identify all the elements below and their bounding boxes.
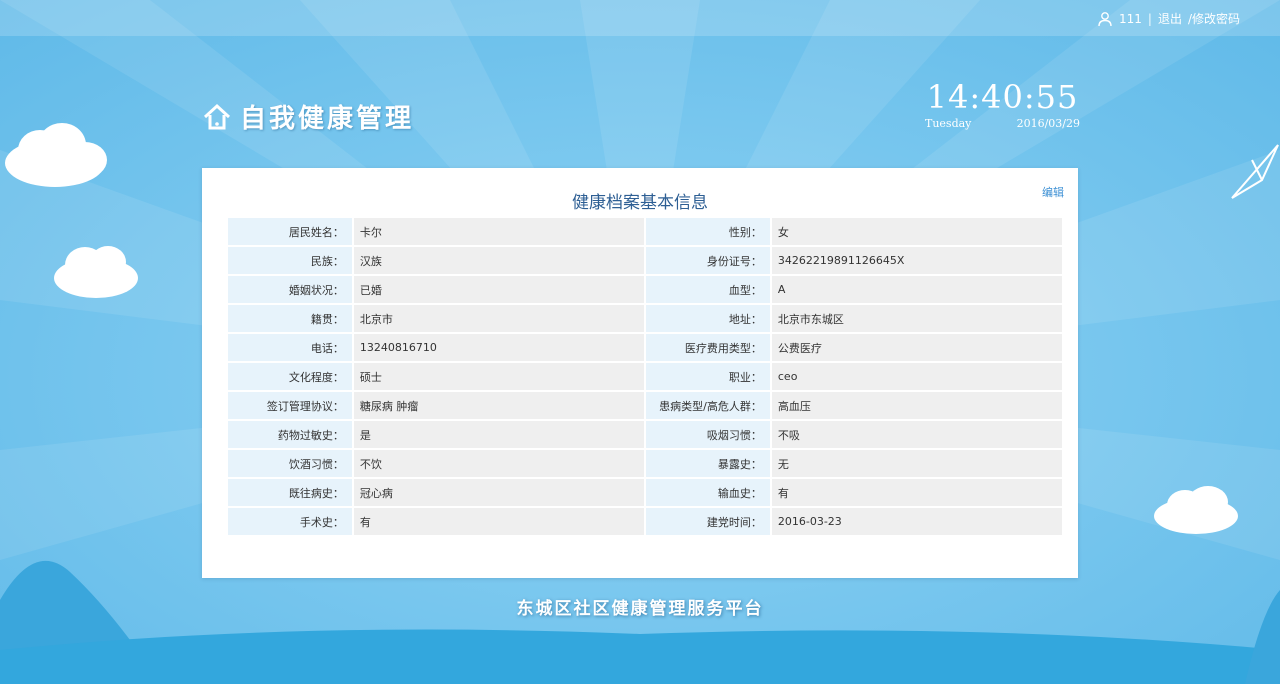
field-label: 身份证号： [645,247,770,274]
field-value: A [771,276,1062,303]
field-value: 有 [353,508,644,535]
logout-link[interactable]: 退出 [1158,10,1182,27]
field-label: 药物过敏史： [228,421,352,448]
field-label: 吸烟习惯： [645,421,770,448]
app-title: 自我健康管理 [202,98,414,135]
field-label: 医疗费用类型： [645,334,770,361]
field-label: 患病类型/高危人群： [645,392,770,419]
field-label: 签订管理协议： [228,392,352,419]
user-area: 111 | 退出 /修改密码 [1097,10,1240,27]
field-value: 有 [771,479,1062,506]
field-label: 职业： [645,363,770,390]
field-label: 电话： [228,334,352,361]
app-title-text: 自我健康管理 [240,104,415,134]
home-icon [203,103,231,129]
field-value: 卡尔 [353,218,644,245]
field-value: ceo [771,363,1062,390]
field-value: 高血压 [771,392,1062,419]
table-row: 饮酒习惯： 不饮 暴露史：无 [228,450,1062,477]
footer-title: 东城区社区健康管理服务平台 [516,599,764,619]
clock: 14:40:55 Tuesday 2016/03/29 [925,78,1080,130]
field-value: 硕士 [353,363,644,390]
change-password-link[interactable]: /修改密码 [1188,10,1240,27]
field-value: 冠心病 [353,479,644,506]
field-label: 籍贯： [228,305,352,332]
edit-button[interactable]: 编辑 [1042,184,1064,200]
username: 111 [1118,11,1142,26]
user-icon [1098,11,1112,26]
field-value: 2016-03-23 [771,508,1062,535]
field-label: 文化程度： [228,363,352,390]
separator: | [1147,11,1152,26]
field-label: 既往病史： [228,479,352,506]
field-value: 无 [771,450,1062,477]
table-row: 签订管理协议： 糖尿病 肿瘤 患病类型/高危人群： 高血压 [228,392,1062,419]
clock-date: 2016/03/29 [1016,117,1080,130]
clock-weekday: Tuesday [925,117,972,130]
field-label: 居民姓名： [228,218,352,245]
table-row: 文化程度： 硕士 职业： ceo [228,363,1062,390]
top-bar [0,0,1280,36]
field-label: 地址： [645,305,770,332]
field-value: 已婚 [353,276,644,303]
field-label: 输血史： [645,479,770,506]
field-value: 公费医疗 [771,334,1062,361]
table-row: 婚姻状况： 已婚 血型： A [228,276,1062,303]
info-table: 居民姓名： 卡尔 性别：女民族： 汉族 身份证号： 34262219891126645X 婚… [226,216,1064,537]
clock-time: 14:40:55 [926,78,1079,116]
field-label: 血型： [645,276,770,303]
field-label: 手术史： [228,508,352,535]
card-title: 健康档案基本信息 [572,193,708,213]
field-label: 婚姻状况： [228,276,352,303]
field-label: 性别： [645,218,770,245]
field-label: 暴露史： [645,450,770,477]
field-label: 饮酒习惯： [228,450,352,477]
field-value: 是 [353,421,644,448]
field-label: 建党时间： [645,508,770,535]
table-row: 民族： 汉族 身份证号： 34262219891126645X [228,247,1062,274]
table-row: 既往病史： 冠心病 输血史：有 [228,479,1062,506]
field-value: 34262219891126645X [771,247,1062,274]
field-value: 汉族 [353,247,644,274]
field-value: 不吸 [771,421,1062,448]
field-label: 民族： [228,247,352,274]
field-value: 13240816710 [353,334,644,361]
field-value: 女 [771,218,1062,245]
health-record-card: 健康档案基本信息 编辑 居民姓名： 卡尔 性别：女民族： 汉族 身份证号： 3426221… [202,168,1078,578]
field-value: 不饮 [353,450,644,477]
field-value: 北京市 [353,305,644,332]
field-value: 糖尿病 肿瘤 [353,392,644,419]
table-row: 电话： 13240816710 医疗费用类型： 公费医疗 [228,334,1062,361]
table-row: 居民姓名： 卡尔 性别：女 [228,218,1062,245]
field-value: 北京市东城区 [771,305,1062,332]
table-row: 药物过敏史：是吸烟习惯： 不吸 [228,421,1062,448]
table-row: 籍贯： 北京市 地址： 北京市东城区 [228,305,1062,332]
table-row: 手术史：有建党时间： 2016-03-23 [228,508,1062,535]
